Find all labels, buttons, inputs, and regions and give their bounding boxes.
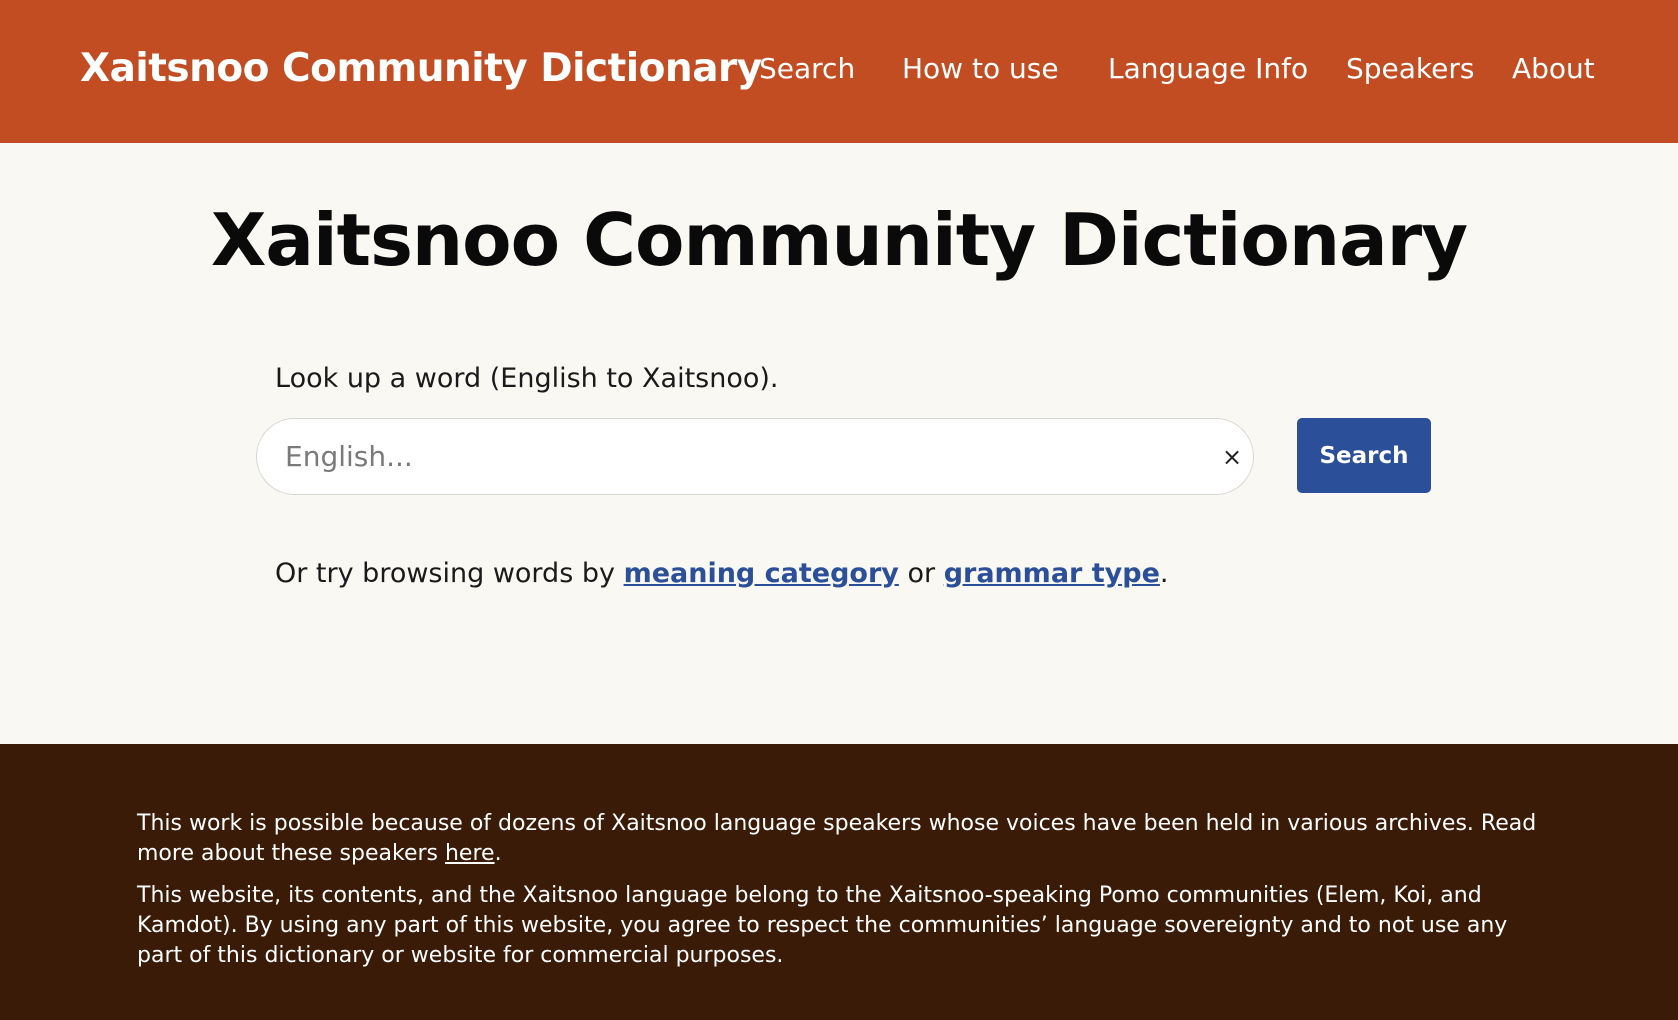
grammar-type-link[interactable]: grammar type <box>944 558 1160 589</box>
lookup-label: Look up a word (English to Xaitsnoo). <box>275 363 779 394</box>
close-icon[interactable]: × <box>1217 439 1247 475</box>
search-input[interactable] <box>283 419 1183 493</box>
site-header: Xaitsnoo Community Dictionary Search How… <box>0 0 1678 143</box>
page-title: Xaitsnoo Community Dictionary <box>210 198 1468 282</box>
nav-about[interactable]: About <box>1512 50 1595 88</box>
footer-p1-end: . <box>494 841 502 866</box>
footer-speakers-note: This work is possible because of dozens … <box>137 809 1557 869</box>
nav-search[interactable]: Search <box>759 50 855 88</box>
nav-how-to-use[interactable]: How to use <box>902 50 1059 88</box>
browse-prefix: Or try browsing words by <box>275 558 624 589</box>
nav-speakers[interactable]: Speakers <box>1346 50 1474 88</box>
nav-language-info[interactable]: Language Info <box>1108 50 1308 88</box>
search-button[interactable]: Search <box>1297 418 1431 493</box>
site-title-link[interactable]: Xaitsnoo Community Dictionary <box>80 45 762 93</box>
footer-p1-text: This work is possible because of dozens … <box>137 811 1537 866</box>
browse-suffix: . <box>1159 558 1169 589</box>
speakers-here-link[interactable]: here <box>445 841 495 866</box>
browse-line: Or try browsing words by meaning categor… <box>275 556 1169 592</box>
meaning-category-link[interactable]: meaning category <box>624 558 899 589</box>
search-box: × <box>256 418 1254 495</box>
main-content: Xaitsnoo Community Dictionary Look up a … <box>0 143 1678 744</box>
footer-sovereignty-note: This website, its contents, and the Xait… <box>137 883 1508 968</box>
browse-middle: or <box>898 558 944 589</box>
site-footer: This work is possible because of dozens … <box>0 744 1678 1020</box>
